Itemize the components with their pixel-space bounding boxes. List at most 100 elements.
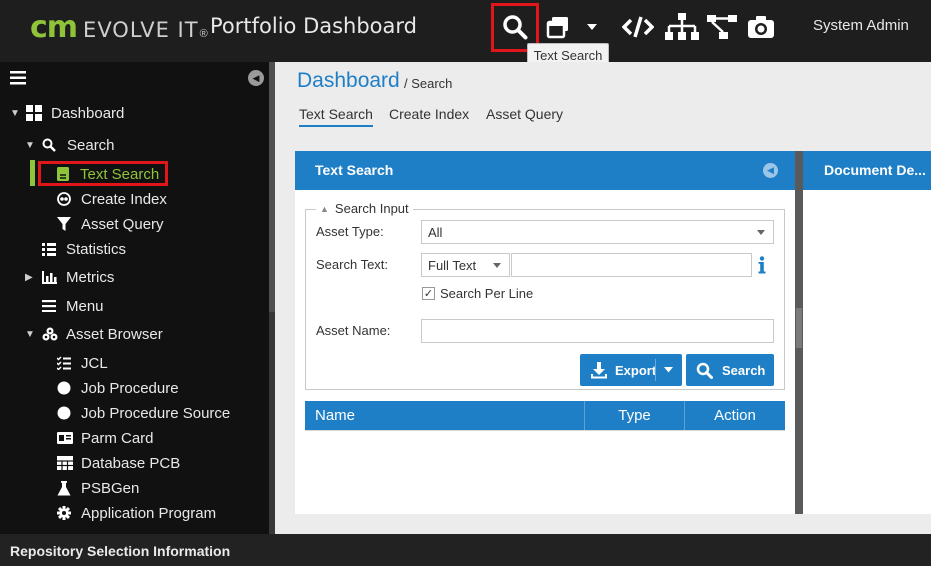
column-label: Name <box>315 407 356 424</box>
bar-chart-icon <box>42 270 64 284</box>
app-title: Portfolio Dashboard <box>210 14 417 38</box>
column-header-name[interactable]: Name <box>305 401 584 430</box>
search-text-input[interactable] <box>511 253 752 277</box>
sidebar-item-statistics[interactable]: Statistics <box>42 238 126 260</box>
page-title[interactable]: Dashboard <box>297 69 400 93</box>
asset-name-label: Asset Name: <box>316 323 391 338</box>
sidebar-item-search[interactable]: ▼ Search <box>25 134 115 156</box>
logo-registered: ® <box>199 28 208 40</box>
status-text: Repository Selection Information <box>10 543 231 559</box>
sidebar-item-label: Application Program <box>81 504 217 522</box>
sidebar-item-label: Menu <box>66 297 104 315</box>
column-label: Type <box>618 407 651 424</box>
asset-type-value: All <box>428 224 443 240</box>
legend-label: Search Input <box>334 201 409 216</box>
sidebar-item-label: JCL <box>81 354 108 372</box>
sidebar-item-label: Create Index <box>81 190 167 208</box>
tab-create-index[interactable]: Create Index <box>389 106 469 122</box>
circle-icon <box>57 381 79 395</box>
sidebar-item-label: Asset Browser <box>66 325 163 343</box>
sidebar-item-label: Metrics <box>66 268 115 286</box>
export-label: Export <box>615 362 657 378</box>
search-button[interactable]: Search <box>686 354 774 386</box>
sidebar-item-create-index[interactable]: Create Index <box>57 188 167 210</box>
sidebar-item-label: Statistics <box>66 240 127 258</box>
sidebar-item-label: Job Procedure Source <box>81 404 231 422</box>
sidebar-item-metrics[interactable]: ▶ Metrics <box>25 266 114 288</box>
sidebar-item-menu[interactable]: Menu <box>42 295 104 317</box>
search-icon <box>696 362 713 379</box>
sidebar-item-label: Parm Card <box>81 429 154 447</box>
text-search-highlight-box <box>38 161 168 186</box>
caret-right-icon: ▶ <box>25 271 33 283</box>
sidebar-item-asset-query[interactable]: Asset Query <box>57 213 164 235</box>
logo-evolve: EVOLVE IT <box>83 18 199 42</box>
asset-type-select[interactable]: All <box>421 220 774 244</box>
sidebar-item-job-procedure[interactable]: Job Procedure <box>57 377 179 399</box>
code-icon[interactable] <box>621 8 655 46</box>
sidebar-item-label: Job Procedure <box>81 379 179 397</box>
search-per-line-label: Search Per Line <box>440 286 534 301</box>
document-panel <box>803 190 931 514</box>
tab-asset-query[interactable]: Asset Query <box>486 106 563 122</box>
checklist-icon <box>57 356 79 370</box>
column-header-action[interactable]: Action <box>684 401 785 430</box>
sidebar-item-database-pcb[interactable]: Database PCB <box>57 452 180 474</box>
chevron-down-icon <box>757 230 765 235</box>
export-button[interactable]: Export <box>580 354 682 386</box>
logo-cm: CM <box>30 10 78 45</box>
card-icon <box>57 432 79 444</box>
caret-down-icon: ▼ <box>10 107 20 119</box>
panel-collapse-icon[interactable]: ◀ <box>763 163 778 178</box>
sidebar-item-label: PSBGen <box>81 479 140 497</box>
index-icon <box>57 192 79 206</box>
list-icon <box>42 242 64 256</box>
database-icon <box>57 456 79 470</box>
sidebar-item-application-program[interactable]: Application Program <box>57 502 216 524</box>
text-search-panel-header: Text Search ◀ <box>295 151 795 190</box>
search-mode-select[interactable]: Full Text <box>421 253 510 277</box>
windows-icon[interactable] <box>544 8 572 46</box>
splitter-handle[interactable] <box>796 308 802 348</box>
sidebar-item-jcl[interactable]: JCL <box>57 352 108 374</box>
grid-icon <box>26 105 48 121</box>
caret-down-icon[interactable] <box>664 367 673 373</box>
info-icon[interactable] <box>758 256 766 279</box>
sidebar-item-label: Dashboard <box>51 104 125 122</box>
document-panel-title: Document De... <box>824 162 926 178</box>
sidebar-item-job-procedure-source[interactable]: Job Procedure Source <box>57 402 230 424</box>
sidebar-item-label: Search <box>67 136 115 154</box>
panel-title: Text Search <box>315 162 394 178</box>
results-grid-header: Name Type Action <box>305 401 785 430</box>
download-icon <box>590 361 608 379</box>
gear-icon <box>57 506 79 520</box>
column-header-type[interactable]: Type <box>584 401 684 430</box>
user-name[interactable]: System Admin <box>813 17 909 34</box>
collapse-triangle-icon: ▲ <box>320 203 329 214</box>
sidebar-item-parm-card[interactable]: Parm Card <box>57 427 154 449</box>
logo: CM EVOLVE IT ® <box>30 10 208 45</box>
hierarchy-icon[interactable] <box>664 8 700 46</box>
menu-icon <box>42 300 64 312</box>
camera-icon[interactable] <box>746 8 776 46</box>
sidebar-collapse-icon[interactable]: ◀ <box>248 70 264 86</box>
tab-text-search[interactable]: Text Search <box>299 106 373 127</box>
search-label: Search <box>722 362 766 378</box>
sidebar-item-dashboard[interactable]: ▼ Dashboard <box>10 102 124 124</box>
caret-down-icon: ▼ <box>25 139 35 151</box>
network-icon[interactable] <box>705 8 739 46</box>
cubes-icon <box>42 327 64 341</box>
asset-name-input[interactable] <box>421 319 774 343</box>
caret-down-icon[interactable] <box>584 8 600 46</box>
search-per-line-checkbox[interactable]: ✓ <box>422 287 435 300</box>
search-icon <box>42 138 64 152</box>
sidebar-item-label: Asset Query <box>81 215 164 233</box>
sidebar-item-asset-browser[interactable]: ▼ Asset Browser <box>25 323 163 345</box>
search-per-line-option[interactable]: ✓ Search Per Line <box>422 286 533 301</box>
search-input-legend[interactable]: ▲ Search Input <box>316 201 413 216</box>
button-separator <box>655 359 656 381</box>
status-bar[interactable]: Repository Selection Information <box>0 534 931 566</box>
breadcrumb: / Search <box>404 76 453 91</box>
sidebar-item-psbgen[interactable]: PSBGen <box>57 477 139 499</box>
hamburger-icon[interactable] <box>10 71 26 90</box>
